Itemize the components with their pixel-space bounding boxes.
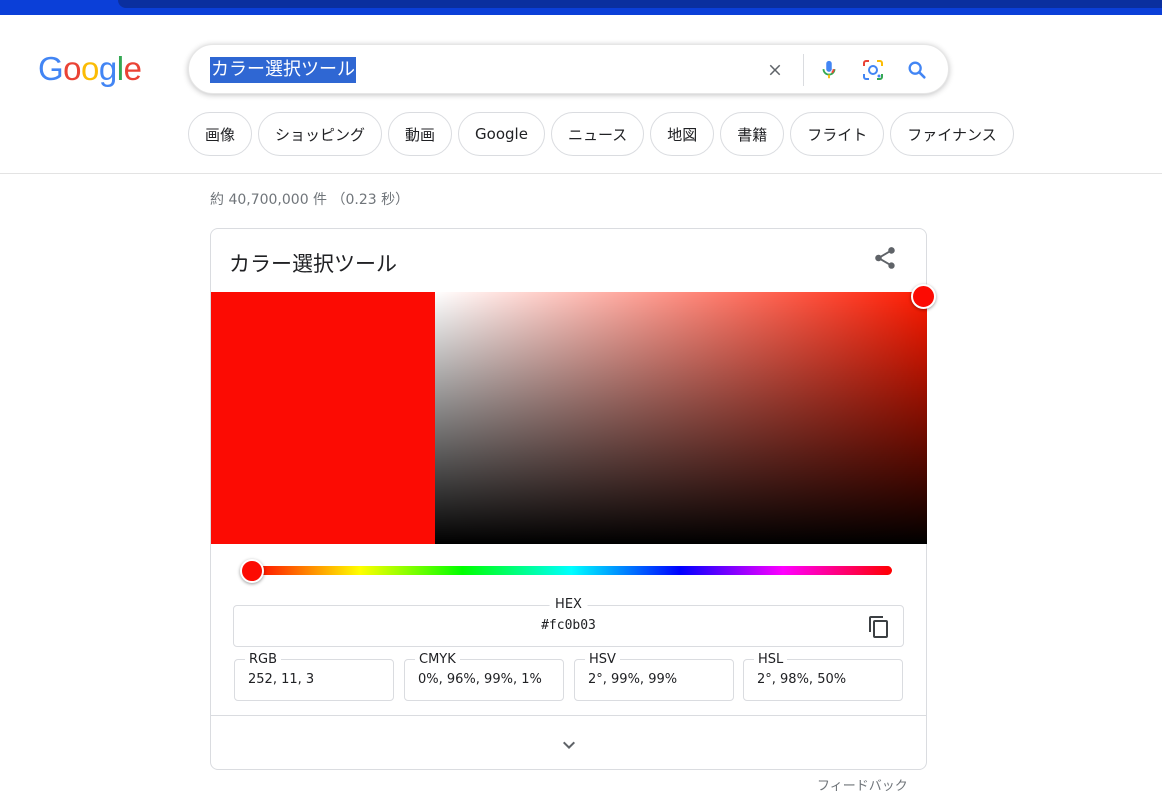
- saturation-value-handle[interactable]: [911, 284, 936, 309]
- chip-finance[interactable]: ファイナンス: [890, 112, 1014, 156]
- mic-icon: [822, 60, 836, 79]
- chip-google[interactable]: Google: [458, 112, 545, 156]
- cmyk-field[interactable]: CMYK 0%, 96%, 99%, 1%: [404, 652, 564, 701]
- hex-value[interactable]: #fc0b03: [234, 618, 903, 633]
- clear-button[interactable]: [760, 55, 790, 85]
- hsv-value[interactable]: 2°, 99%, 99%: [588, 672, 677, 687]
- cmyk-label: CMYK: [415, 652, 460, 667]
- logo-letter: o: [63, 50, 82, 87]
- close-icon: [769, 64, 781, 76]
- hsv-label: HSV: [585, 652, 620, 667]
- color-picker-card: カラー選択ツール HEX #fc0b03 RGB 252, 11, 3 CMYK…: [210, 228, 936, 770]
- header-divider: [0, 173, 1162, 174]
- hue-slider-handle[interactable]: [240, 559, 264, 583]
- search-button[interactable]: [902, 55, 932, 85]
- google-logo[interactable]: Google: [38, 50, 142, 88]
- search-box[interactable]: カラー選択ツール: [188, 44, 949, 94]
- share-icon: [875, 247, 895, 269]
- chip-news[interactable]: ニュース: [550, 112, 645, 156]
- hue-slider[interactable]: [251, 566, 892, 575]
- logo-letter: G: [38, 50, 64, 87]
- logo-letter: g: [98, 50, 117, 87]
- lens-search-button[interactable]: [858, 55, 888, 85]
- browser-top-bar: [0, 0, 1162, 15]
- chip-videos[interactable]: 動画: [388, 112, 453, 156]
- hsl-field[interactable]: HSL 2°, 98%, 50%: [743, 652, 903, 701]
- search-input[interactable]: カラー選択ツール: [210, 57, 356, 83]
- logo-letter: o: [81, 50, 99, 87]
- chip-books[interactable]: 書籍: [720, 112, 785, 156]
- hsl-value[interactable]: 2°, 98%, 50%: [757, 672, 846, 687]
- card-divider: [211, 715, 926, 716]
- camera-lens-icon: [863, 60, 883, 80]
- chip-images[interactable]: 画像: [188, 112, 253, 156]
- hex-label: HEX: [549, 597, 588, 612]
- chip-shopping[interactable]: ショッピング: [258, 112, 383, 156]
- chevron-down-icon: [563, 741, 575, 749]
- rgb-value[interactable]: 252, 11, 3: [248, 672, 314, 687]
- rgb-field[interactable]: RGB 252, 11, 3: [234, 652, 394, 701]
- copy-icon: [869, 616, 888, 638]
- browser-tab-strip: [118, 0, 1162, 8]
- search-divider: [803, 54, 804, 86]
- chip-flights[interactable]: フライト: [790, 112, 885, 156]
- copy-button[interactable]: [867, 615, 891, 639]
- feedback-link[interactable]: フィードバック: [817, 775, 908, 794]
- hex-field[interactable]: HEX #fc0b03: [233, 597, 904, 647]
- result-stats: 約 40,700,000 件 （0.23 秒）: [210, 192, 410, 208]
- chip-maps[interactable]: 地図: [650, 112, 715, 156]
- cmyk-value[interactable]: 0%, 96%, 99%, 1%: [418, 672, 542, 687]
- voice-search-button[interactable]: [814, 55, 844, 85]
- logo-letter: e: [123, 50, 142, 87]
- rgb-label: RGB: [245, 652, 282, 667]
- search-filter-chips: 画像 ショッピング 動画 Google ニュース 地図 書籍 フライト ファイナ…: [188, 112, 1014, 156]
- card-title: カラー選択ツール: [229, 252, 397, 276]
- share-button[interactable]: [872, 245, 900, 273]
- logo-letter: l: [116, 50, 124, 87]
- expand-button[interactable]: [557, 733, 581, 757]
- hsv-field[interactable]: HSV 2°, 99%, 99%: [574, 652, 734, 701]
- hsl-label: HSL: [754, 652, 788, 667]
- selected-color-swatch: [211, 292, 435, 544]
- search-icon: [908, 61, 926, 79]
- saturation-value-area[interactable]: [435, 292, 927, 544]
